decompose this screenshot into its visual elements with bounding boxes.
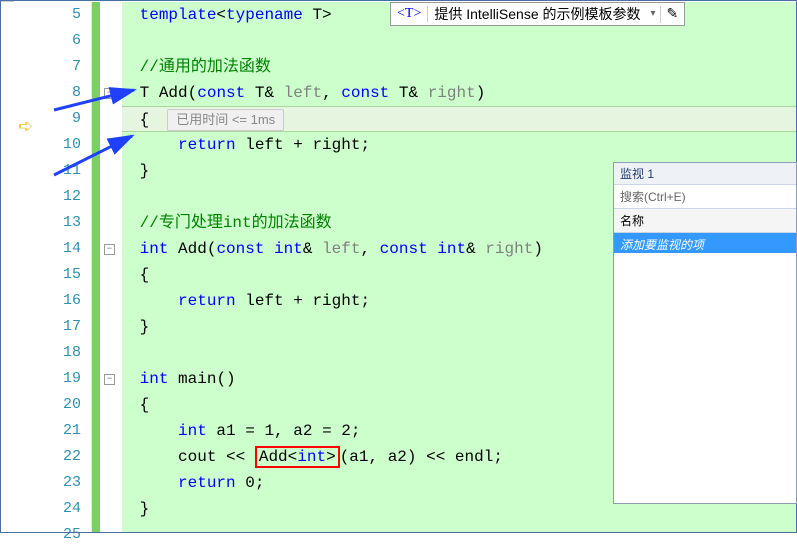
fold-toggle-icon[interactable]: − bbox=[104, 374, 115, 385]
watch-panel: 监视 1 搜索(Ctrl+E) 名称 添加要监视的项 bbox=[613, 162, 797, 504]
line-number-gutter: 5 6 7 8 9 10 11 12 13 14 15 16 17 18 19 … bbox=[46, 2, 92, 533]
line-number[interactable]: 20 bbox=[46, 392, 91, 418]
line-number[interactable]: 16 bbox=[46, 288, 91, 314]
code-line: //通用的加法函数 bbox=[122, 54, 797, 80]
intellisense-label: 提供 IntelliSense 的示例模板参数 bbox=[428, 4, 646, 24]
line-number[interactable]: 15 bbox=[46, 262, 91, 288]
code-line bbox=[122, 28, 797, 54]
watch-add-placeholder[interactable]: 添加要监视的项 bbox=[614, 233, 796, 253]
line-number[interactable]: 23 bbox=[46, 470, 91, 496]
change-indicator-bar bbox=[92, 2, 100, 533]
line-number[interactable]: 21 bbox=[46, 418, 91, 444]
watch-column-name[interactable]: 名称 bbox=[614, 209, 796, 233]
watch-body[interactable] bbox=[614, 253, 796, 503]
line-number[interactable]: 17 bbox=[46, 314, 91, 340]
line-number[interactable]: 8 bbox=[46, 80, 91, 106]
fold-toggle-icon[interactable]: − bbox=[104, 244, 115, 255]
edit-icon[interactable]: ✎ bbox=[660, 6, 685, 23]
line-number[interactable]: 11 bbox=[46, 158, 91, 184]
fold-margin: − − − bbox=[100, 2, 122, 533]
template-param-label: <T> bbox=[391, 6, 428, 22]
watch-panel-title[interactable]: 监视 1 bbox=[614, 163, 796, 185]
code-line: T Add(const T& left, const T& right) bbox=[122, 80, 797, 106]
line-number[interactable]: 19 bbox=[46, 366, 91, 392]
execution-pointer-icon: ➪ bbox=[18, 116, 33, 138]
line-number[interactable]: 12 bbox=[46, 184, 91, 210]
line-number[interactable]: 9 bbox=[46, 106, 91, 132]
dropdown-icon[interactable]: ▾ bbox=[647, 8, 660, 20]
highlighted-call: Add<int> bbox=[255, 446, 340, 468]
line-number[interactable]: 25 bbox=[46, 522, 91, 548]
line-number[interactable]: 14 bbox=[46, 236, 91, 262]
elapsed-time-badge[interactable]: 已用时间 <= 1ms bbox=[167, 109, 284, 131]
line-number[interactable]: 7 bbox=[46, 54, 91, 80]
line-number[interactable]: 18 bbox=[46, 340, 91, 366]
line-number[interactable]: 10 bbox=[46, 132, 91, 158]
line-number[interactable]: 13 bbox=[46, 210, 91, 236]
watch-search-input[interactable]: 搜索(Ctrl+E) bbox=[614, 185, 796, 209]
indicator-margin: ➪ bbox=[0, 2, 46, 533]
line-number[interactable]: 22 bbox=[46, 444, 91, 470]
line-number[interactable]: 24 bbox=[46, 496, 91, 522]
fold-toggle-icon[interactable]: − bbox=[104, 88, 115, 99]
line-number[interactable]: 6 bbox=[46, 28, 91, 54]
line-number[interactable]: 5 bbox=[46, 2, 91, 28]
code-line bbox=[122, 522, 797, 548]
code-line-current: {已用时间 <= 1ms bbox=[122, 106, 797, 132]
intellisense-template-bar[interactable]: <T> 提供 IntelliSense 的示例模板参数 ▾ ✎ bbox=[390, 2, 685, 26]
code-line: return left + right; bbox=[122, 132, 797, 158]
